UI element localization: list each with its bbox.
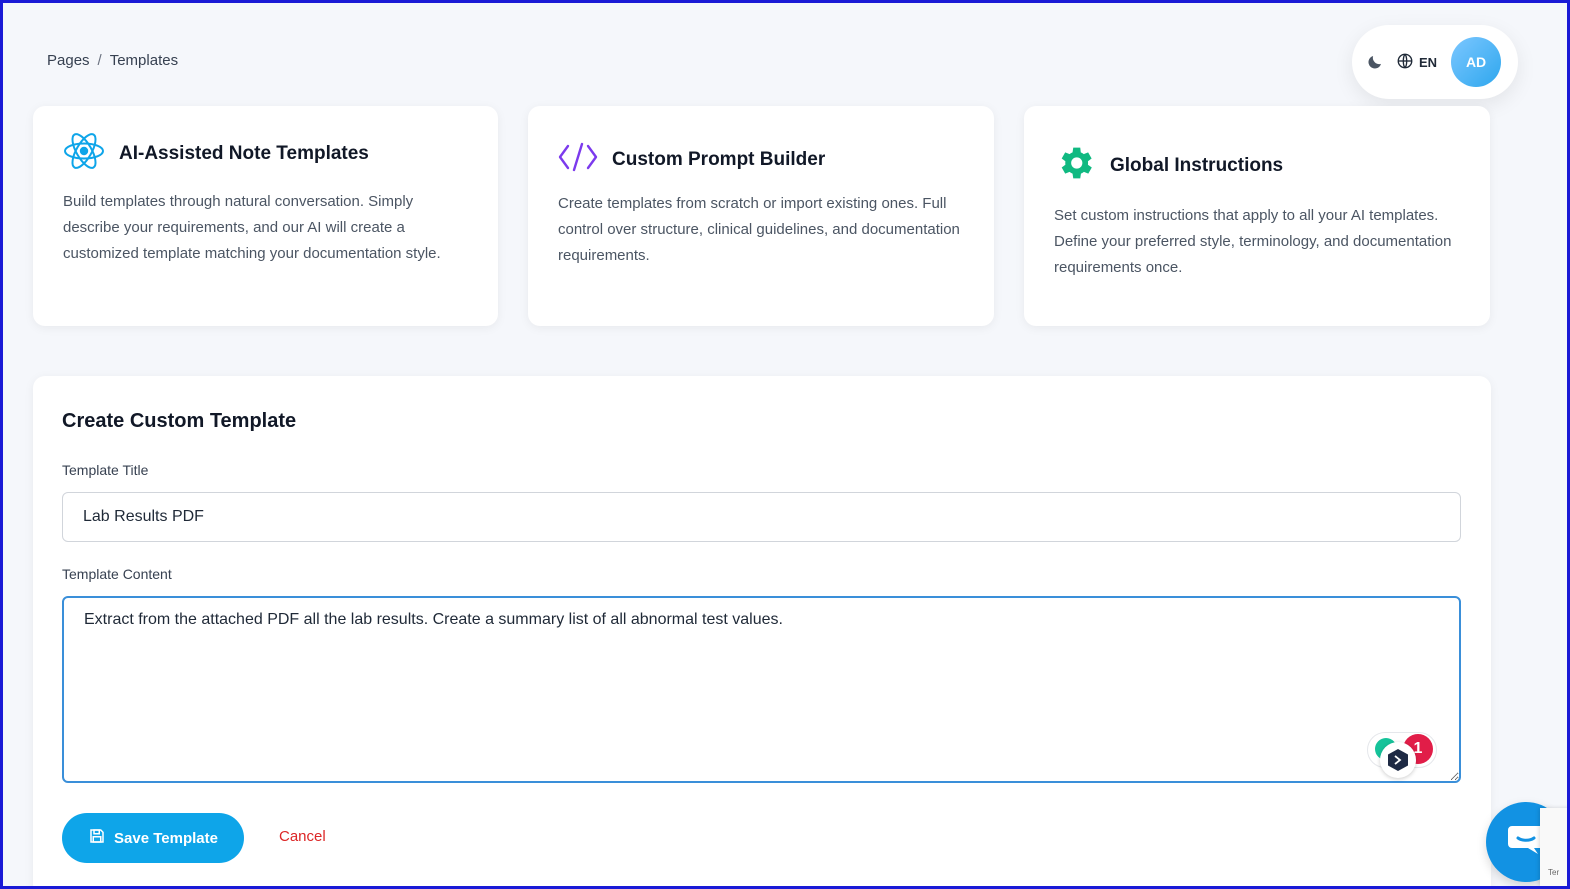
breadcrumb-item-pages[interactable]: Pages <box>47 52 90 69</box>
save-template-label: Save Template <box>114 829 218 847</box>
form-heading: Create Custom Template <box>62 410 297 432</box>
card-description: Build templates through natural conversa… <box>63 193 441 262</box>
cancel-button[interactable]: Cancel <box>279 828 326 845</box>
recaptcha-text: Ter <box>1548 868 1560 877</box>
save-template-button[interactable]: Save Template <box>62 813 244 863</box>
breadcrumb-separator: / <box>97 52 102 69</box>
moon-icon[interactable] <box>1364 51 1386 73</box>
feature-card-prompt-builder: Custom Prompt Builder Create templates f… <box>528 106 994 326</box>
card-description: Set custom instructions that apply to al… <box>1054 207 1452 276</box>
react-atom-icon <box>63 130 105 177</box>
card-description: Create templates from scratch or import … <box>558 195 960 264</box>
template-content-textarea[interactable]: Extract from the attached PDF all the la… <box>62 596 1461 783</box>
globe-icon <box>1396 52 1414 73</box>
feature-card-ai-assisted: AI-Assisted Note Templates Build templat… <box>33 106 498 326</box>
create-template-form: Create Custom Template Template Title Te… <box>33 376 1491 889</box>
top-toolbar: EN AD <box>1352 25 1518 99</box>
recaptcha-badge[interactable]: Ter <box>1540 808 1570 886</box>
language-selector[interactable]: EN <box>1396 52 1437 73</box>
card-title: AI-Assisted Note Templates <box>119 142 369 164</box>
gear-icon <box>1054 142 1096 189</box>
breadcrumb: Pages / Templates <box>47 52 178 69</box>
language-label: EN <box>1419 54 1438 70</box>
save-icon <box>88 827 106 849</box>
code-icon <box>558 142 598 177</box>
extension-share-icon[interactable] <box>1380 742 1416 778</box>
template-title-label: Template Title <box>62 462 149 478</box>
avatar[interactable]: AD <box>1451 37 1502 87</box>
template-title-input[interactable] <box>62 492 1461 542</box>
template-content-label: Template Content <box>62 566 172 582</box>
feature-card-global-instructions: Global Instructions Set custom instructi… <box>1024 106 1490 326</box>
breadcrumb-item-templates: Templates <box>109 52 179 69</box>
card-title: Custom Prompt Builder <box>612 148 826 170</box>
card-title: Global Instructions <box>1110 154 1284 176</box>
